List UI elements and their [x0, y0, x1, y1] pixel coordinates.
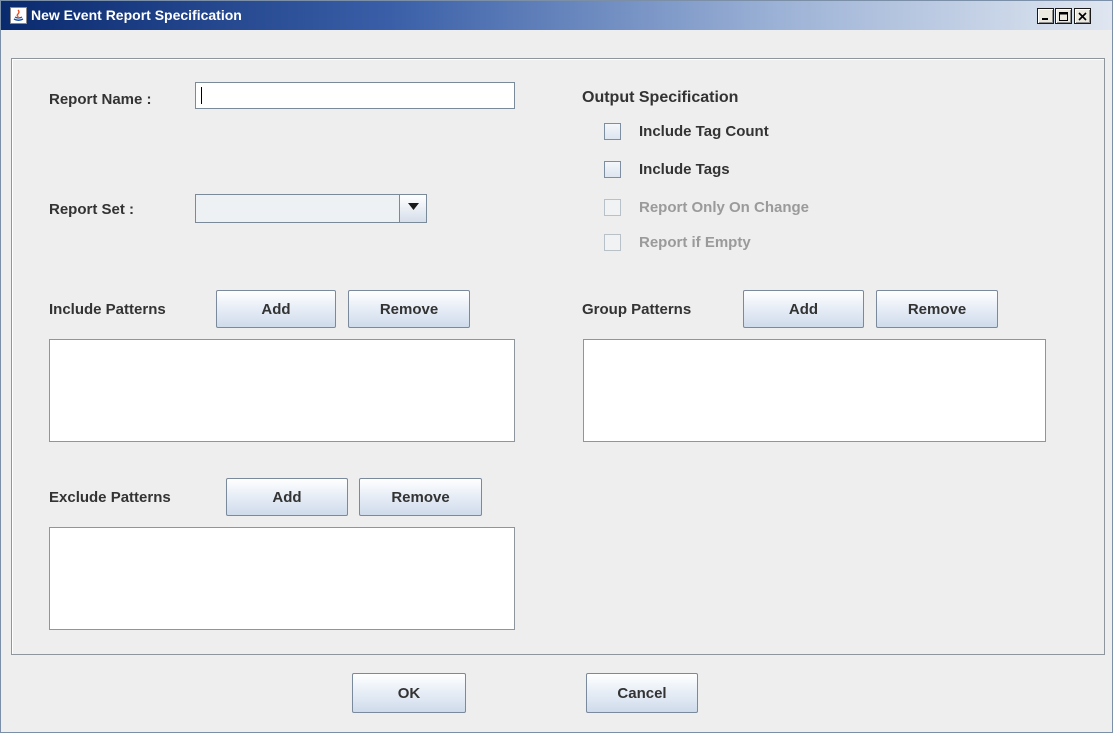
- group-patterns-label: Group Patterns: [582, 301, 692, 318]
- text-caret: [201, 87, 202, 104]
- include-patterns-label: Include Patterns: [49, 301, 166, 318]
- cancel-button[interactable]: Cancel: [586, 673, 698, 713]
- report-set-label: Report Set :: [49, 201, 135, 218]
- report-name-input[interactable]: [195, 82, 515, 109]
- chevron-down-icon: [407, 203, 419, 210]
- checkbox-box: [604, 234, 621, 251]
- minimize-icon: [1042, 18, 1048, 20]
- include-tags-label: Include Tags: [639, 161, 730, 178]
- include-add-button[interactable]: Add: [216, 290, 336, 328]
- form-panel: Report Name : Report Set : Output Specif…: [11, 58, 1105, 655]
- group-patterns-list[interactable]: [583, 339, 1046, 442]
- report-set-dropdown[interactable]: [195, 194, 427, 223]
- include-patterns-list[interactable]: [49, 339, 515, 442]
- checkbox-box[interactable]: [604, 161, 621, 178]
- exclude-remove-button[interactable]: Remove: [359, 478, 482, 516]
- minimize-button[interactable]: [1037, 8, 1054, 24]
- include-remove-button[interactable]: Remove: [348, 290, 470, 328]
- dialog-window: New Event Report Specification Report Na…: [0, 0, 1113, 733]
- report-if-empty-label: Report if Empty: [639, 234, 751, 251]
- exclude-patterns-list[interactable]: [49, 527, 515, 630]
- exclude-add-button[interactable]: Add: [226, 478, 348, 516]
- close-button[interactable]: [1074, 8, 1091, 24]
- group-add-button[interactable]: Add: [743, 290, 864, 328]
- report-name-label: Report Name :: [49, 91, 152, 108]
- checkbox-box: [604, 199, 621, 216]
- output-specification-heading: Output Specification: [582, 89, 739, 106]
- report-only-on-change-label: Report Only On Change: [639, 199, 810, 216]
- dropdown-button[interactable]: [399, 195, 426, 222]
- close-icon: [1078, 12, 1087, 21]
- maximize-icon: [1059, 12, 1068, 21]
- title-bar[interactable]: New Event Report Specification: [1, 1, 1112, 30]
- include-tag-count-label: Include Tag Count: [639, 123, 769, 140]
- maximize-button[interactable]: [1055, 8, 1072, 24]
- checkbox-box[interactable]: [604, 123, 621, 140]
- java-icon[interactable]: [10, 7, 27, 24]
- group-remove-button[interactable]: Remove: [876, 290, 998, 328]
- exclude-patterns-label: Exclude Patterns: [49, 489, 171, 506]
- window-title: New Event Report Specification: [31, 7, 242, 23]
- ok-button[interactable]: OK: [352, 673, 466, 713]
